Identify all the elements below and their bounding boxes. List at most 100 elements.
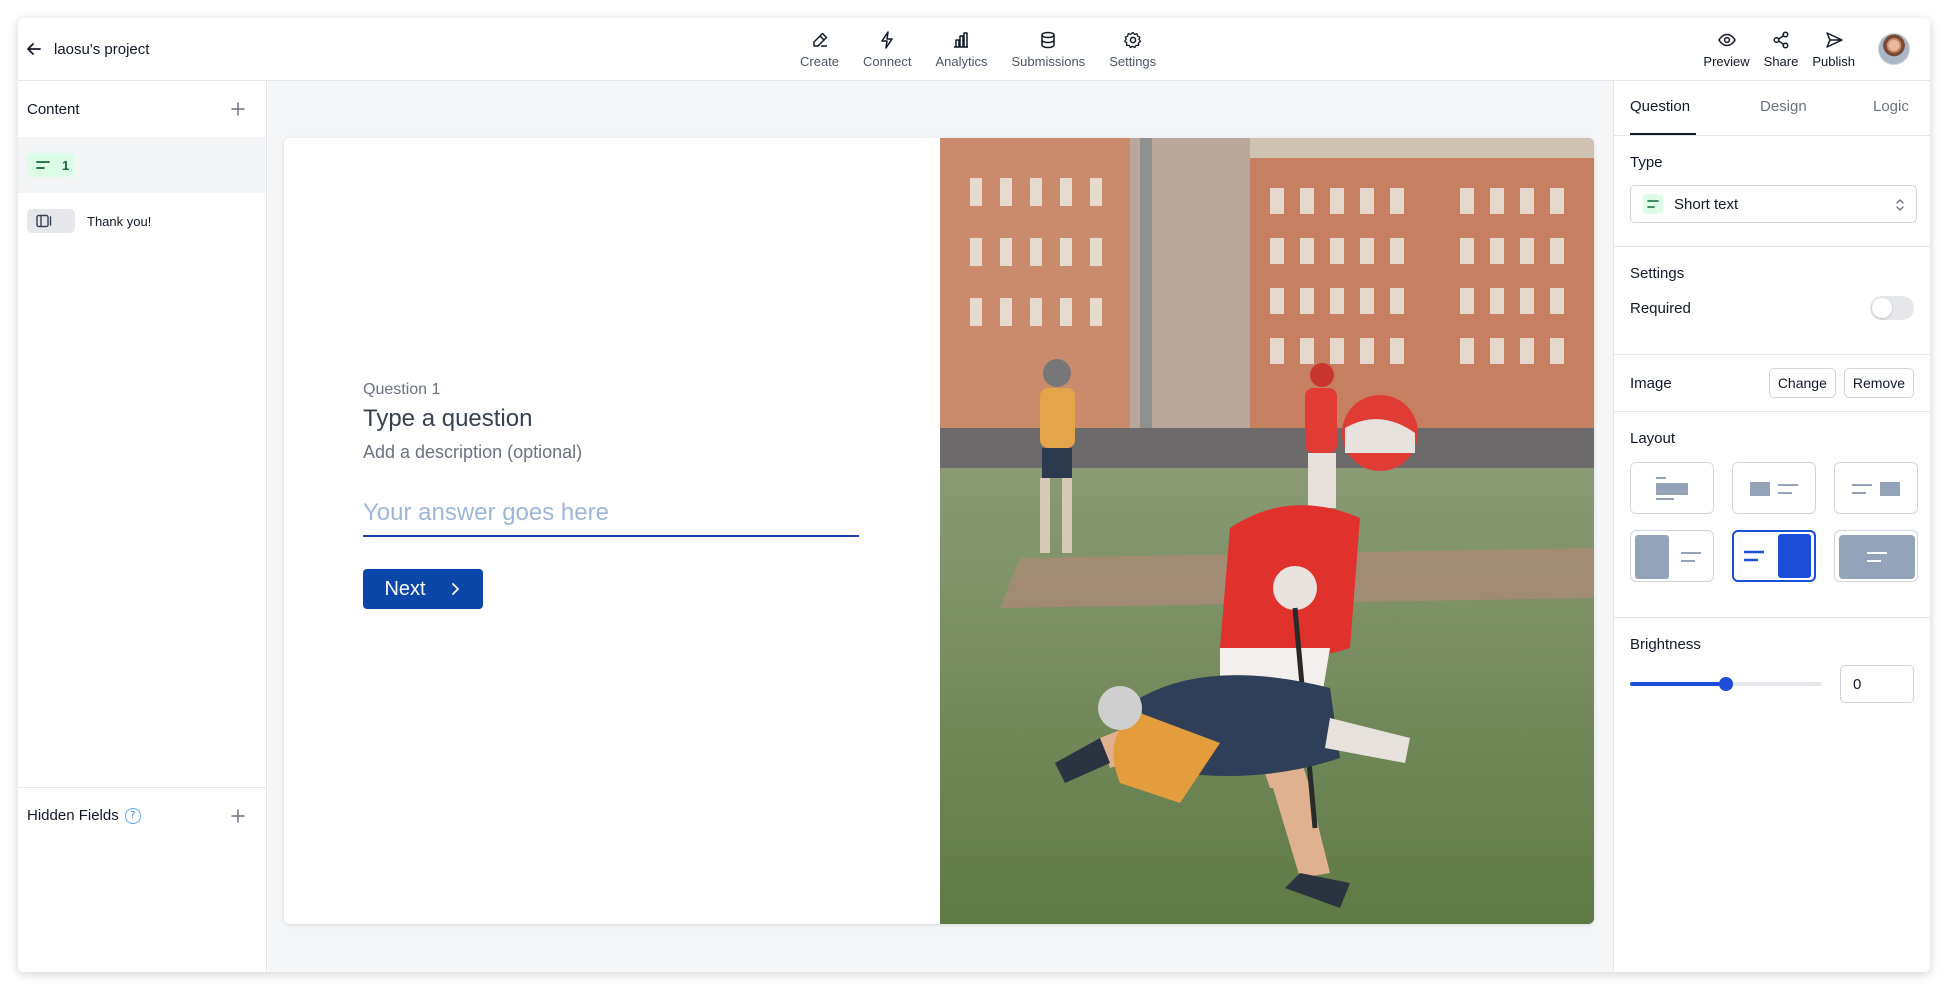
add-content-icon[interactable] (228, 99, 248, 119)
remove-image-button[interactable]: Remove (1843, 368, 1914, 398)
preview-label: Preview (1703, 53, 1750, 69)
short-text-icon (36, 161, 50, 169)
next-button[interactable]: Next (363, 569, 483, 609)
brightness-slider[interactable] (1630, 677, 1822, 691)
share-label: Share (1763, 53, 1799, 69)
active-tab-indicator (1630, 133, 1696, 135)
question-form: Question 1 Type a question Add a descrip… (363, 381, 863, 609)
layout-image-left-icon (1750, 482, 1798, 496)
question-image (940, 138, 1594, 924)
ending-badge (27, 209, 75, 233)
layout-section: Layout (1614, 412, 1930, 618)
layout-split-left-icon (1635, 535, 1701, 579)
type-value: Short text (1674, 195, 1739, 213)
top-bar: laosu's project Create Connect Analytics… (18, 18, 1930, 81)
required-toggle[interactable] (1870, 296, 1914, 320)
bar-chart-icon (954, 31, 969, 48)
content-sidebar: Content 1 Thank you! Hidden Fields ? (18, 81, 267, 972)
image-label: Image (1630, 374, 1672, 392)
tab-design[interactable]: Design (1760, 98, 1807, 115)
layout-label: Layout (1630, 430, 1676, 447)
required-label: Required (1630, 299, 1691, 317)
nav-submissions-label: Submissions (1011, 53, 1086, 69)
type-select[interactable]: Short text (1630, 185, 1917, 223)
nav-analytics-label: Analytics (935, 53, 988, 69)
image-section: Image Change Remove (1614, 355, 1930, 412)
short-text-icon (1647, 200, 1659, 208)
share-icon (1773, 30, 1789, 49)
next-label: Next (384, 577, 426, 600)
tab-logic[interactable]: Logic (1873, 98, 1909, 115)
layout-split-right-icon (1744, 534, 1811, 578)
chevron-right-icon (451, 583, 459, 595)
nav-connect-label: Connect (863, 53, 912, 69)
thank-you-label: Thank you! (87, 213, 152, 229)
settings-section: Settings Required (1614, 247, 1930, 355)
nav-create[interactable]: Create (788, 24, 851, 74)
publish-button[interactable]: Publish (1805, 24, 1862, 74)
short-text-icon-box (1643, 194, 1663, 214)
question-number: Question 1 (363, 381, 441, 398)
lacrosse-photo (940, 138, 1594, 924)
eye-icon (1717, 33, 1736, 46)
main-nav: Create Connect Analytics Submissions Set… (788, 24, 1168, 74)
layout-option-background[interactable] (1834, 530, 1918, 582)
change-image-button[interactable]: Change (1768, 368, 1836, 398)
add-hidden-field-icon[interactable] (228, 806, 248, 826)
layout-option-image-right[interactable] (1834, 462, 1918, 514)
arrow-left-icon (27, 43, 41, 55)
lightning-icon (881, 30, 893, 49)
short-text-badge: 1 (27, 153, 75, 177)
tab-question[interactable]: Question (1630, 98, 1690, 115)
panel-tabs: Question Design Logic (1614, 81, 1930, 136)
type-label: Type (1630, 154, 1663, 171)
layout-option-top-image[interactable] (1630, 462, 1714, 514)
question-number-badge: 1 (62, 157, 70, 173)
content-header: Content (18, 81, 266, 137)
question-card: Question 1 Type a question Add a descrip… (284, 138, 1594, 924)
brightness-label: Brightness (1630, 636, 1701, 653)
brightness-slider-fill (1630, 682, 1726, 686)
edit-icon (812, 32, 827, 47)
publish-label: Publish (1812, 53, 1855, 69)
content-title: Content (27, 100, 80, 118)
layout-top-image-icon (1656, 477, 1688, 500)
preview-button[interactable]: Preview (1696, 24, 1756, 74)
hidden-fields-header: Hidden Fields ? (18, 787, 266, 843)
nav-settings-label: Settings (1109, 53, 1157, 69)
content-item-question-1[interactable]: 1 (18, 137, 266, 193)
layout-option-split-image-left[interactable] (1630, 530, 1714, 582)
database-icon (1041, 31, 1056, 48)
share-button[interactable]: Share (1757, 24, 1806, 74)
project-title: laosu's project (54, 40, 150, 58)
brightness-input[interactable] (1840, 665, 1914, 703)
settings-label: Settings (1630, 265, 1685, 282)
nav-analytics[interactable]: Analytics (923, 24, 999, 74)
brightness-section: Brightness (1614, 618, 1930, 703)
type-section: Type Short text (1614, 136, 1930, 247)
user-avatar[interactable] (1878, 33, 1910, 65)
nav-connect[interactable]: Connect (851, 24, 923, 74)
layout-options (1630, 462, 1918, 582)
nav-settings[interactable]: Settings (1097, 24, 1168, 74)
send-icon (1825, 31, 1843, 48)
layout-option-image-left[interactable] (1732, 462, 1816, 514)
layout-background-icon (1839, 535, 1915, 579)
help-icon[interactable]: ? (124, 807, 141, 824)
properties-panel: Question Design Logic Type Short text Se… (1613, 81, 1930, 972)
hidden-fields-title: Hidden Fields (27, 807, 119, 824)
brightness-slider-thumb[interactable] (1719, 677, 1733, 691)
question-description-input[interactable]: Add a description (optional) (363, 442, 863, 463)
layout-image-right-icon (1852, 482, 1900, 496)
nav-submissions[interactable]: Submissions (999, 24, 1097, 74)
ending-icon (36, 214, 52, 228)
layout-option-split-image-right[interactable] (1732, 530, 1816, 582)
content-item-thank-you[interactable]: Thank you! (18, 193, 266, 249)
chevron-up-down-icon (1896, 199, 1904, 211)
back-button[interactable]: laosu's project (24, 34, 149, 64)
question-title-input[interactable]: Type a question (363, 405, 863, 433)
editor-canvas: Question 1 Type a question Add a descrip… (268, 81, 1613, 972)
app-window: laosu's project Create Connect Analytics… (18, 18, 1930, 972)
gear-icon (1123, 31, 1141, 48)
answer-input[interactable] (363, 497, 859, 537)
